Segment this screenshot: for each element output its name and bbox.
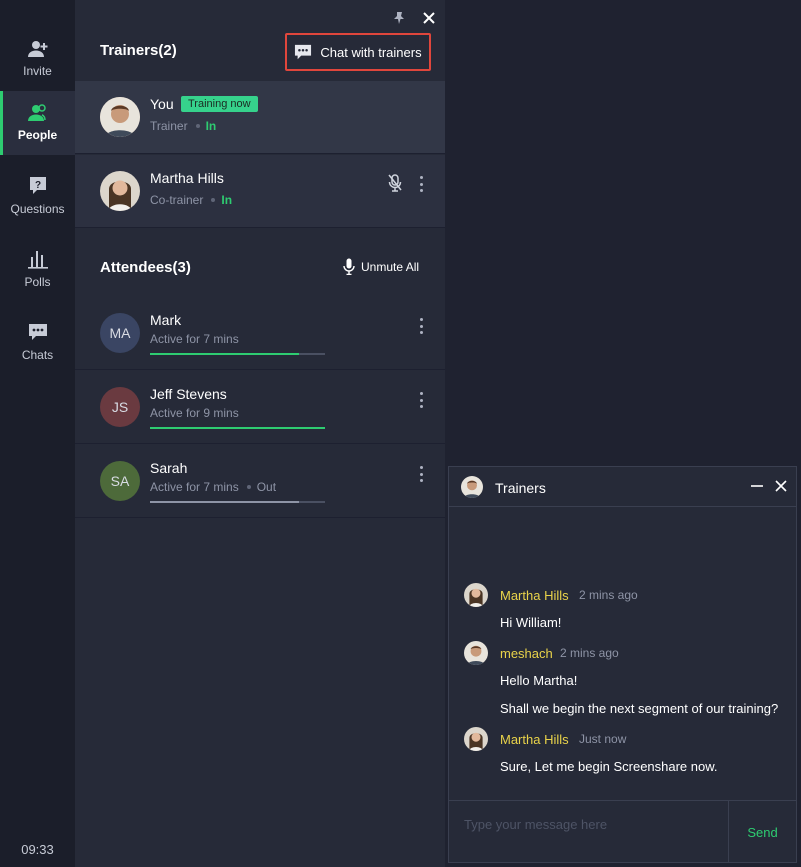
message-input[interactable] <box>449 801 729 863</box>
polls-icon <box>27 251 48 269</box>
mic-muted-icon[interactable] <box>388 174 402 192</box>
trainer-row-you[interactable]: You Training now Trainer In <box>75 81 445 154</box>
activity-progress-bar <box>150 501 325 503</box>
rail-item-chats[interactable]: Chats <box>0 310 75 374</box>
message-time: 2 mins ago <box>560 646 619 660</box>
message-text: Hi William! <box>500 615 562 630</box>
trainer-row-martha[interactable]: Martha Hills Co-trainer In <box>75 155 445 228</box>
trainers-chat-window: Trainers Martha Hills 2 mins ago Hi Will… <box>448 466 797 863</box>
avatar <box>461 476 483 498</box>
attendees-title: Attendees(3) <box>100 259 191 276</box>
message-author: meshach <box>500 646 553 661</box>
message-text: Hello Martha! <box>500 673 578 688</box>
attendee-row[interactable]: JS Jeff Stevens Active for 9 mins <box>75 371 445 444</box>
add-user-icon <box>27 41 47 57</box>
trainer-role: Trainer <box>150 119 188 133</box>
message-author: Martha Hills <box>500 732 569 747</box>
trainer-name: You <box>150 96 174 112</box>
activity-progress-fill <box>150 501 299 503</box>
close-icon[interactable] <box>775 480 787 492</box>
message-time: 2 mins ago <box>579 588 638 602</box>
trainer-status: In <box>221 193 233 207</box>
attendee-row[interactable]: SA Sarah Active for 7 mins Out <box>75 445 445 518</box>
trainer-meta: Trainer In <box>150 119 216 133</box>
people-panel: Trainers(2) Chat with trainers You Train… <box>75 0 445 867</box>
rail-item-invite[interactable]: Invite <box>0 27 75 91</box>
rail-label-questions: Questions <box>10 202 65 216</box>
avatar: SA <box>100 461 140 501</box>
avatar <box>464 583 488 607</box>
close-icon[interactable] <box>422 11 436 25</box>
minimize-icon[interactable] <box>750 479 764 493</box>
question-icon: ? <box>29 177 46 194</box>
trainer-name: Martha Hills <box>150 170 224 186</box>
avatar <box>100 97 140 137</box>
panel-topbar <box>75 0 445 36</box>
avatar <box>100 171 140 211</box>
trainer-role: Co-trainer <box>150 193 204 207</box>
people-icon <box>27 104 46 121</box>
message-text: Sure, Let me begin Screenshare now. <box>500 759 718 774</box>
activity-progress-fill <box>150 427 325 429</box>
activity-progress-fill <box>150 353 299 355</box>
rail-label-invite: Invite <box>23 64 52 78</box>
message-author: Martha Hills <box>500 588 569 603</box>
attendee-meta: Active for 7 mins Out <box>150 480 276 494</box>
avatar: JS <box>100 387 140 427</box>
chat-with-trainers-label: Chat with trainers <box>320 44 422 60</box>
microphone-icon <box>343 258 355 275</box>
rail-item-people[interactable]: People <box>0 91 75 155</box>
attendee-name: Jeff Stevens <box>150 386 227 402</box>
rail-item-polls[interactable]: Polls <box>0 237 75 301</box>
rail-label-people: People <box>17 128 58 142</box>
unmute-all-button[interactable]: Unmute All <box>343 258 419 275</box>
chat-header: Trainers <box>449 467 796 507</box>
activity-progress-bar <box>150 353 325 355</box>
unmute-all-label: Unmute All <box>361 259 420 274</box>
trainer-status: In <box>205 119 217 133</box>
activity-progress-bar <box>150 427 325 429</box>
message-text: Shall we begin the next segment of our t… <box>500 701 779 716</box>
message-time: Just now <box>579 732 627 746</box>
more-options-icon[interactable] <box>415 316 427 336</box>
attendee-status: Out <box>256 480 277 494</box>
trainers-title: Trainers(2) <box>100 42 177 59</box>
attendee-meta: Active for 9 mins <box>150 406 239 420</box>
avatar <box>464 727 488 751</box>
side-rail: Invite People ? Questions Polls Chats 09… <box>0 0 75 867</box>
clock: 09:33 <box>21 842 54 857</box>
attendee-name: Sarah <box>150 460 188 476</box>
chat-icon <box>28 323 47 340</box>
chat-with-trainers-button[interactable]: Chat with trainers <box>285 33 431 71</box>
chat-title: Trainers <box>495 480 546 496</box>
training-now-badge: Training now <box>181 96 258 112</box>
send-button[interactable]: Send <box>729 801 796 863</box>
attendee-name: Mark <box>150 312 182 328</box>
rail-label-polls: Polls <box>24 275 51 289</box>
trainer-meta: Co-trainer In <box>150 193 232 207</box>
attendee-row[interactable]: MA Mark Active for 7 mins <box>75 297 445 370</box>
attendee-activity: Active for 9 mins <box>150 406 239 420</box>
avatar <box>464 641 488 665</box>
pin-icon[interactable] <box>392 11 406 25</box>
more-options-icon[interactable] <box>415 174 427 194</box>
chat-icon <box>295 44 312 59</box>
more-options-icon[interactable] <box>415 464 427 484</box>
more-options-icon[interactable] <box>415 390 427 410</box>
rail-label-chats: Chats <box>21 347 54 362</box>
svg-text:?: ? <box>34 180 40 191</box>
attendee-meta: Active for 7 mins <box>150 332 239 346</box>
attendee-activity: Active for 7 mins <box>150 480 239 494</box>
message-composer: Send <box>449 800 796 863</box>
rail-item-questions[interactable]: ? Questions <box>0 164 75 228</box>
attendee-activity: Active for 7 mins <box>150 332 239 346</box>
avatar: MA <box>100 313 140 353</box>
